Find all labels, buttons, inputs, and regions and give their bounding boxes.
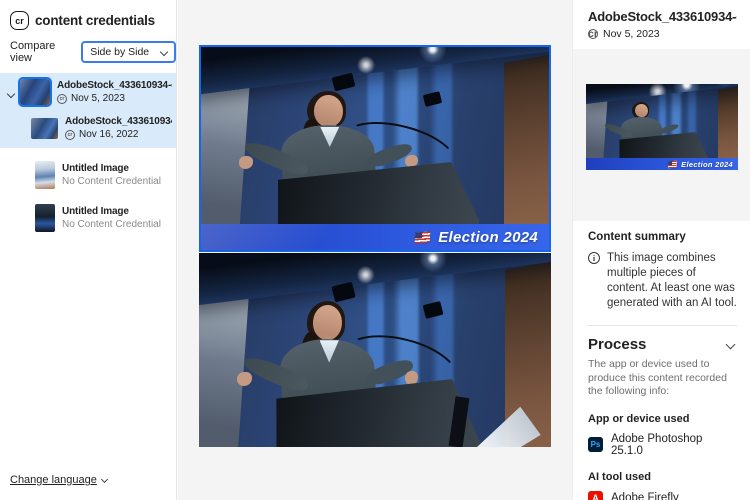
file-name: AdobeStock_433610934.jpeg: [65, 116, 172, 127]
file-name: Untitled Image: [62, 206, 161, 217]
sidebar: cr content credentials Compare view Side…: [0, 0, 177, 500]
app-logo: cr content credentials: [0, 0, 176, 30]
dropdown-selected-value: Side by Side: [90, 46, 149, 58]
content-summary-row: i This image combines multiple pieces of…: [588, 251, 737, 311]
app-used-label: App or device used: [588, 413, 737, 425]
photoshop-icon: Ps: [588, 437, 603, 452]
file-thumbnail[interactable]: [35, 161, 55, 189]
file-item-original-jpeg[interactable]: AdobeStock_433610934.jpeg cr Nov 16, 202…: [0, 112, 176, 148]
app-used-value: Adobe Photoshop 25.1.0: [611, 433, 737, 457]
content-credentials-app: cr content credentials Compare view Side…: [0, 0, 750, 500]
photo-conference-scene: [201, 47, 549, 224]
details-panel: AdobeStock_433610934-edit.... cr Nov 5, …: [572, 0, 750, 500]
file-item-untitled-2[interactable]: Untitled Image No Content Credential: [0, 198, 176, 238]
info-icon: i: [588, 252, 600, 264]
chevron-down-icon: [160, 48, 168, 56]
panel-date-row: cr Nov 5, 2023: [588, 28, 737, 40]
panel-date: Nov 5, 2023: [603, 28, 660, 40]
change-language-link[interactable]: Change language: [10, 474, 107, 486]
change-language-label: Change language: [10, 474, 97, 486]
file-date: Nov 5, 2023: [71, 93, 125, 104]
file-text: Untitled Image No Content Credential: [62, 206, 161, 230]
file-text: Untitled Image No Content Credential: [62, 163, 161, 187]
election-banner: Election 2024: [586, 158, 738, 170]
panel-header: AdobeStock_433610934-edit.... cr Nov 5, …: [573, 0, 750, 40]
file-item-edited-png[interactable]: AdobeStock_433610934-edit.png cr Nov 5, …: [0, 73, 176, 112]
app-used-row: Ps Adobe Photoshop 25.1.0: [588, 433, 737, 457]
ai-tool-label: AI tool used: [588, 471, 737, 483]
chevron-down-icon[interactable]: [7, 90, 15, 98]
section-divider: [588, 325, 737, 326]
file-meta: cr Nov 5, 2023: [57, 93, 172, 104]
panel-body: Content summary i This image combines mu…: [573, 221, 750, 500]
file-list: AdobeStock_433610934-edit.png cr Nov 5, …: [0, 73, 176, 238]
file-text: AdobeStock_433610934.jpeg cr Nov 16, 202…: [65, 116, 172, 140]
file-name: Untitled Image: [62, 163, 161, 174]
process-heading: Process: [588, 336, 646, 353]
election-banner: Election 2024: [201, 224, 549, 250]
file-credential-status: No Content Credential: [62, 219, 161, 230]
viewer: Election 2024: [178, 0, 572, 500]
panel-title: AdobeStock_433610934-edit....: [588, 9, 737, 24]
file-thumbnail[interactable]: [20, 79, 50, 105]
process-description: The app or device used to produce this c…: [588, 358, 737, 399]
ai-tool-value: Adobe Firefly: [611, 492, 679, 500]
file-thumbnail[interactable]: [35, 204, 55, 232]
file-item-untitled-1[interactable]: Untitled Image No Content Credential: [0, 155, 176, 195]
banner-label: Election 2024: [681, 160, 733, 169]
photo-left-hand: [237, 372, 252, 386]
cr-badge-icon: cr: [588, 29, 598, 39]
cr-badge-icon: cr: [57, 94, 67, 104]
preview-thumbnail[interactable]: Election 2024: [586, 84, 738, 170]
file-name: AdobeStock_433610934-edit.png: [57, 80, 172, 91]
photo-conference-scene: [199, 253, 551, 447]
photo-wood-wall: [718, 86, 738, 158]
firefly-icon: A: [588, 491, 603, 500]
preview-box: Election 2024: [573, 49, 750, 221]
content-summary-text: This image combines multiple pieces of c…: [607, 251, 737, 311]
ai-tool-row: A Adobe Firefly: [588, 491, 737, 500]
chevron-down-icon: [101, 475, 108, 482]
file-date: Nov 16, 2022: [79, 129, 139, 140]
file-meta: cr Nov 16, 2022: [65, 129, 172, 140]
compare-view-label: Compare view: [10, 40, 75, 64]
viewer-image-edited[interactable]: Election 2024: [199, 45, 551, 252]
process-section-header[interactable]: Process: [588, 336, 737, 353]
compare-view-row: Compare view Side by Side: [0, 30, 176, 64]
viewer-image-original[interactable]: [199, 253, 551, 447]
compare-view-dropdown[interactable]: Side by Side: [81, 41, 176, 63]
photo-conference-scene: [586, 84, 738, 158]
file-text: AdobeStock_433610934-edit.png cr Nov 5, …: [57, 80, 172, 104]
app-title: content credentials: [35, 13, 155, 28]
file-credential-status: No Content Credential: [62, 176, 161, 187]
content-summary-heading: Content summary: [588, 231, 737, 243]
cr-badge-icon: cr: [65, 130, 75, 140]
chevron-down-icon: [726, 340, 736, 350]
photo-wood-wall: [504, 53, 549, 224]
banner-shine: [201, 224, 334, 250]
file-thumbnail[interactable]: [31, 118, 58, 139]
cr-logo-icon: cr: [10, 11, 29, 30]
photo-left-hand: [239, 156, 253, 169]
us-flag-icon: [668, 160, 678, 168]
banner-label: Election 2024: [438, 229, 538, 246]
us-flag-icon: [415, 231, 431, 243]
